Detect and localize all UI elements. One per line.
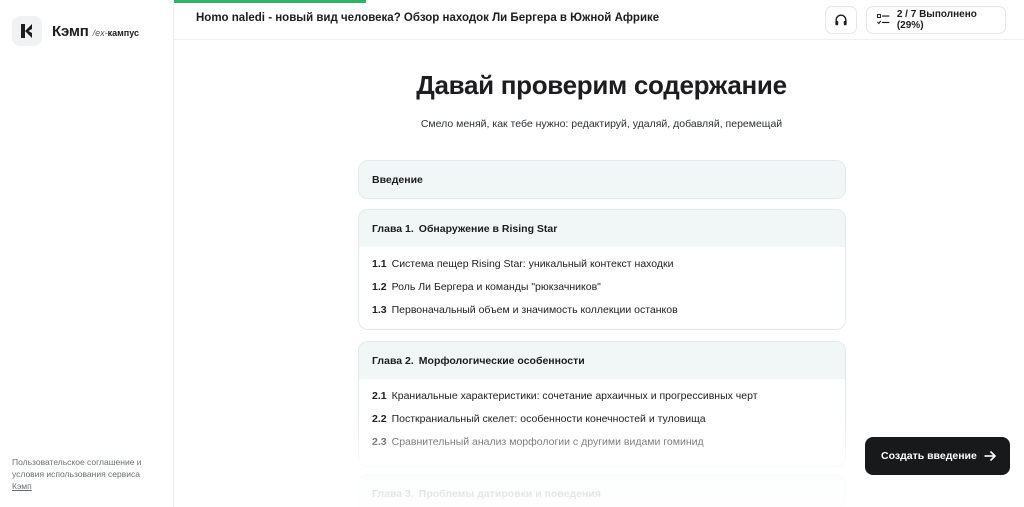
progress-status-button[interactable]: 2 / 7 Выполнено (29%) bbox=[866, 6, 1006, 34]
top-bar: Homo naledi - новый вид человека? Обзор … bbox=[174, 0, 1024, 40]
page-subheading: Смело меняй, как тебе нужно: редактируй,… bbox=[420, 118, 783, 130]
brand-subtitle: /ex-кампус bbox=[92, 27, 140, 38]
outline-card-chapter-2[interactable]: Глава 2. Морфологические особенности 2.1… bbox=[358, 341, 846, 467]
progress-status-text: 2 / 7 Выполнено (29%) bbox=[896, 9, 977, 31]
brand-name: Кэмп bbox=[52, 22, 89, 40]
outline-card-chapter-1[interactable]: Глава 1. Обнаружение в Rising Star 1.1 Си… bbox=[358, 209, 846, 330]
outline-card-title[interactable]: Глава 3. Проблемы датировки и поведения bbox=[359, 475, 845, 507]
headphones-icon bbox=[835, 14, 847, 26]
progress-bar bbox=[174, 0, 366, 3]
headphones-button[interactable] bbox=[825, 6, 857, 34]
logo-mark-icon bbox=[12, 16, 42, 46]
outline-item[interactable]: 1.3 Первоначальный объем и значимость кол… bbox=[372, 302, 832, 325]
outline-item[interactable]: 2.3 Сравнительный анализ морфологии с дру… bbox=[372, 434, 832, 457]
create-introduction-label: Создать введение bbox=[881, 450, 977, 462]
outline-card-title[interactable]: Введение bbox=[359, 161, 845, 198]
terms-link[interactable]: Кэмп bbox=[12, 481, 32, 491]
page-heading: Давай проверим содержание bbox=[416, 70, 787, 100]
outline-item[interactable]: 1.1 Система пещер Rising Star: уникальный… bbox=[372, 256, 832, 279]
outline-item[interactable]: 1.2 Роль Ли Бергера и команды "рюкзачнико… bbox=[372, 279, 832, 302]
outline-card-title[interactable]: Глава 1. Обнаружение в Rising Star bbox=[359, 210, 845, 247]
outline-item[interactable]: 2.2 Посткраниальный скелет: особенности к… bbox=[372, 411, 832, 434]
brand-logo[interactable]: Кэмп /ex-кампус bbox=[12, 16, 139, 46]
outline-card-chapter-3[interactable]: Глава 3. Проблемы датировки и поведения bbox=[358, 474, 846, 507]
arrow-right-icon bbox=[984, 450, 997, 462]
checklist-icon bbox=[877, 14, 890, 25]
create-introduction-button[interactable]: Создать введение bbox=[865, 437, 1010, 475]
outline-card-intro[interactable]: Введение bbox=[358, 160, 846, 199]
outline-item[interactable]: 2.1 Краниальные характеристики: сочетание… bbox=[372, 388, 832, 411]
terms-text: Пользовательское соглашение и условия ис… bbox=[12, 457, 142, 479]
outline-card-title[interactable]: Глава 2. Морфологические особенности bbox=[359, 342, 845, 379]
sidebar: Кэмп /ex-кампус Пользовательское соглаше… bbox=[0, 0, 174, 507]
terms-notice: Пользовательское соглашение и условия ис… bbox=[12, 456, 162, 492]
document-title: Homo naledi - новый вид человека? Обзор … bbox=[196, 12, 660, 24]
